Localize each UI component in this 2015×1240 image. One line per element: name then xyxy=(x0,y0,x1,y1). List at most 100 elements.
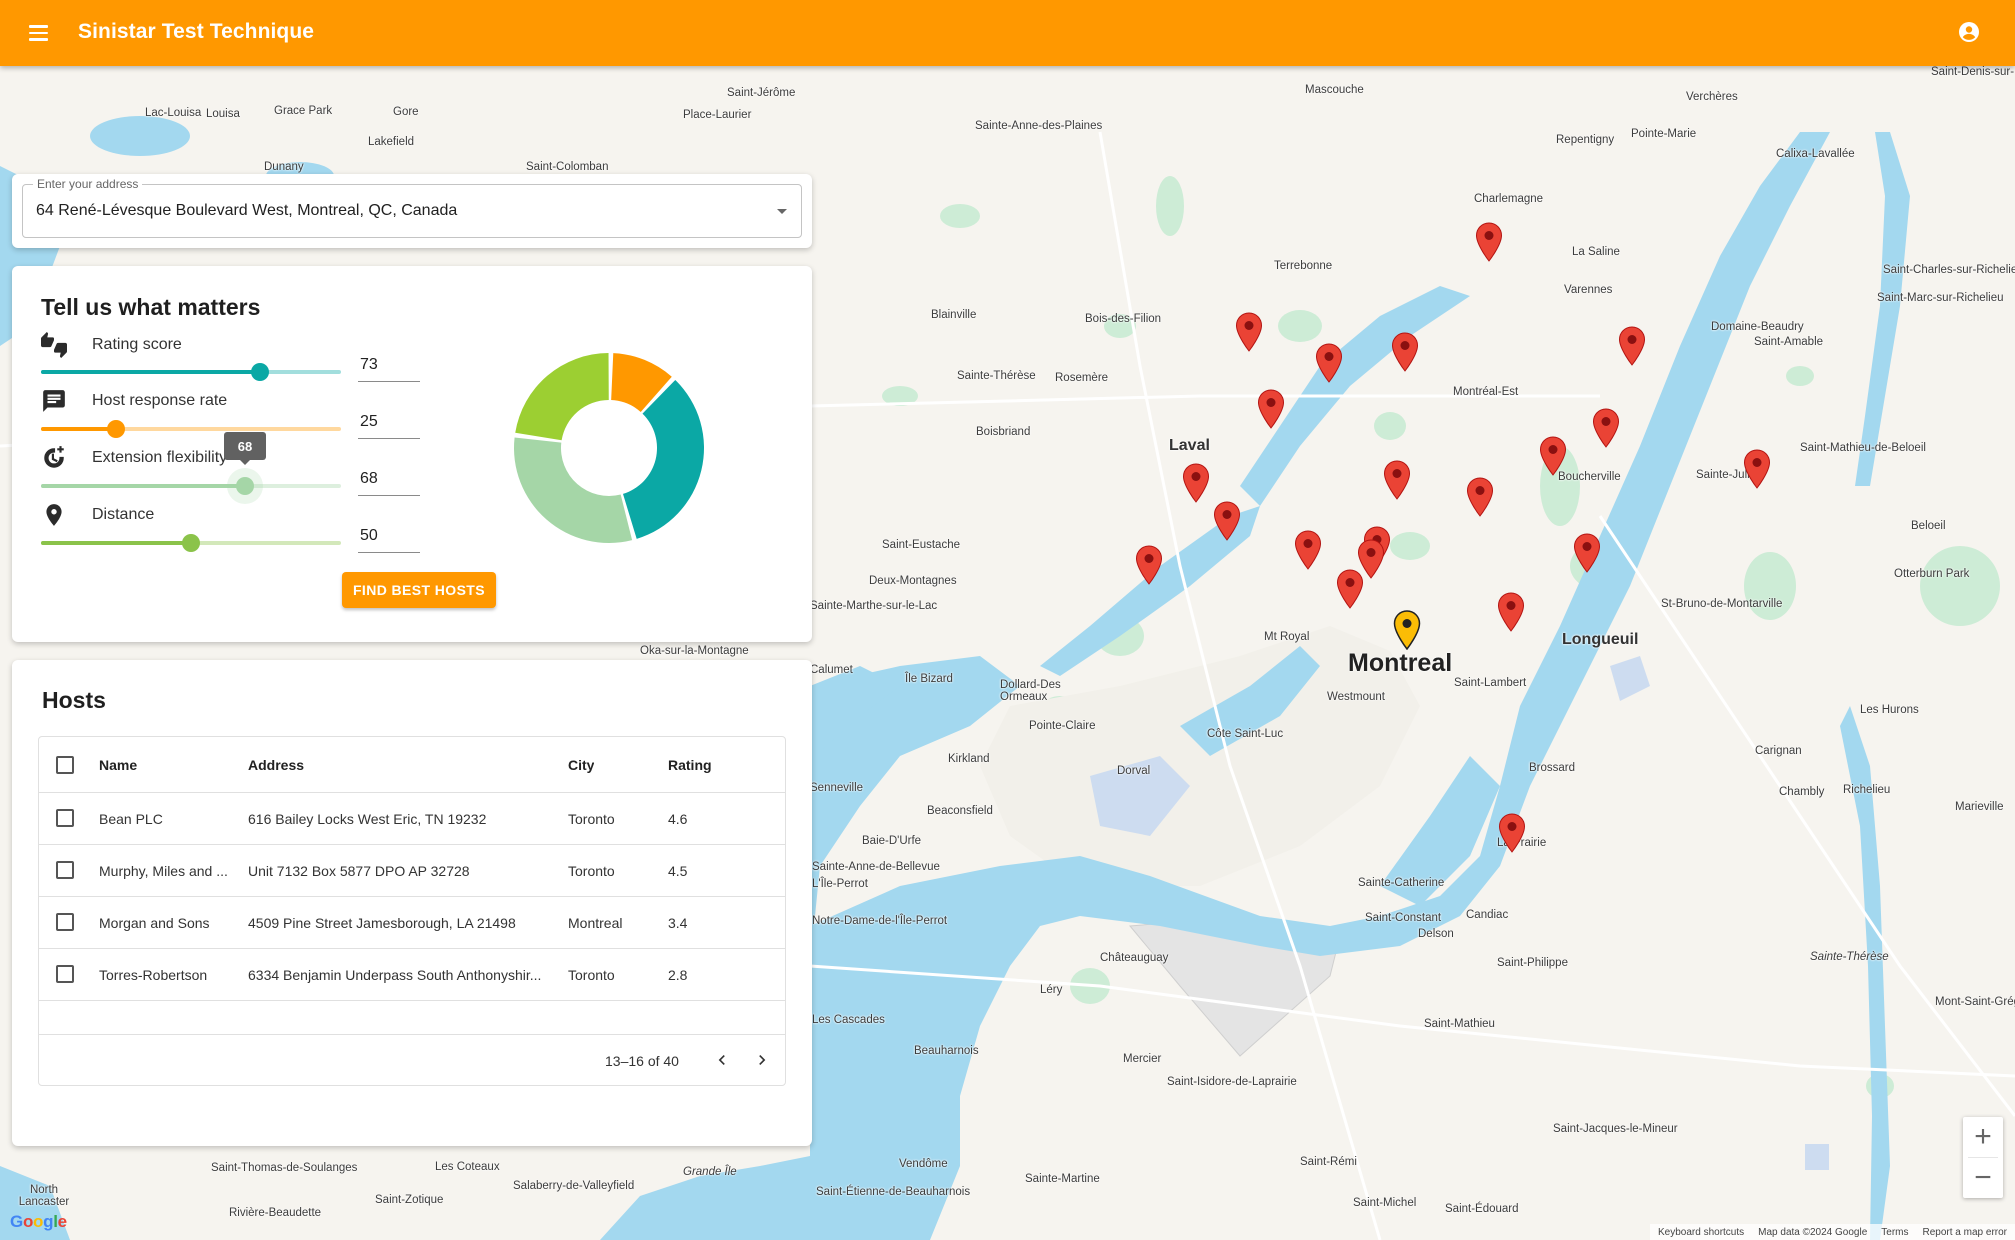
rating-score-slider[interactable] xyxy=(41,362,341,382)
map-label: Saint-Jacques-le-Mineur xyxy=(1553,1123,1678,1135)
map-label: Lac-Louisa xyxy=(145,107,202,119)
map-label: Mercier xyxy=(1123,1053,1162,1065)
table-header-row: Name Address City Rating xyxy=(39,737,785,793)
slider-track[interactable] xyxy=(41,370,260,374)
host-map-marker[interactable] xyxy=(1383,460,1411,500)
host-map-marker[interactable] xyxy=(1257,389,1285,429)
table-row[interactable]: Murphy, Miles and ... Unit 7132 Box 5877… xyxy=(39,845,785,897)
map-label: Saint-Amable xyxy=(1754,336,1824,348)
google-logo[interactable]: Google xyxy=(10,1212,67,1232)
host-address: 4509 Pine Street Jamesborough, LA 21498 xyxy=(248,914,516,931)
host-map-marker[interactable] xyxy=(1182,463,1210,503)
hosts-table: Name Address City Rating Bean PLC 616 Ba… xyxy=(38,736,786,1086)
column-header-city[interactable]: City xyxy=(568,737,594,792)
host-city: Toronto xyxy=(568,966,615,983)
zoom-out-button[interactable]: − xyxy=(1963,1158,2003,1198)
extension-flexibility-input[interactable]: 68 xyxy=(358,468,420,496)
host-map-marker[interactable] xyxy=(1618,326,1646,366)
host-map-marker[interactable] xyxy=(1135,545,1163,585)
host-response-input[interactable]: 25 xyxy=(358,411,420,439)
table-row[interactable]: Morgan and Sons 4509 Pine Street Jamesbo… xyxy=(39,897,785,949)
dropdown-arrow-icon[interactable] xyxy=(777,209,787,214)
host-map-marker[interactable] xyxy=(1391,332,1419,372)
table-row[interactable]: Bean PLC 616 Bailey Locks West Eric, TN … xyxy=(39,793,785,845)
host-map-marker[interactable] xyxy=(1466,477,1494,517)
preferences-card: Tell us what matters Rating score 73 Hos… xyxy=(12,266,812,642)
slider-track[interactable] xyxy=(41,541,191,545)
host-map-marker[interactable] xyxy=(1743,449,1771,489)
host-map-marker[interactable] xyxy=(1294,530,1322,570)
map-label: Sainte-Anne-des-Plaines xyxy=(975,120,1103,132)
host-map-marker[interactable] xyxy=(1235,312,1263,352)
map-label: Carignan xyxy=(1755,745,1802,757)
terms-link[interactable]: Terms xyxy=(1881,1227,1908,1238)
report-map-error-link[interactable]: Report a map error xyxy=(1923,1227,2007,1238)
map-label: Domaine-Beaudry xyxy=(1711,321,1804,333)
keyboard-shortcuts-link[interactable]: Keyboard shortcuts xyxy=(1658,1227,1744,1238)
donut-slice-3 xyxy=(515,353,609,441)
slider-track[interactable] xyxy=(41,484,245,488)
host-map-marker[interactable] xyxy=(1336,569,1364,609)
map-label-laval: Laval xyxy=(1169,437,1210,454)
host-map-marker[interactable] xyxy=(1573,533,1601,573)
slider-thumb[interactable] xyxy=(107,420,125,438)
host-map-marker[interactable] xyxy=(1315,343,1343,383)
host-response-slider[interactable] xyxy=(41,419,341,439)
column-header-address[interactable]: Address xyxy=(248,737,304,792)
host-map-marker[interactable] xyxy=(1213,501,1241,541)
map-label: Westmount xyxy=(1327,691,1385,703)
menu-icon[interactable] xyxy=(24,18,54,48)
table-row[interactable]: Torres-Robertson 6334 Benjamin Underpass… xyxy=(39,949,785,1001)
map-label: Gore xyxy=(393,106,419,118)
host-name: Bean PLC xyxy=(99,810,163,827)
host-map-marker[interactable] xyxy=(1497,592,1525,632)
row-checkbox[interactable] xyxy=(56,913,74,931)
next-page-button[interactable] xyxy=(749,1047,775,1073)
map-label: St-Bruno-de-Montarville xyxy=(1661,598,1783,610)
column-header-name[interactable]: Name xyxy=(99,737,137,792)
account-circle-icon[interactable] xyxy=(1957,20,1981,44)
extension-flexibility-slider[interactable]: 68 xyxy=(41,432,341,504)
zoom-control: + − xyxy=(1963,1117,2003,1198)
zoom-in-button[interactable]: + xyxy=(1963,1117,2003,1157)
map-label: Mt Royal xyxy=(1264,631,1310,643)
user-location-marker[interactable] xyxy=(1393,610,1421,651)
map-label: Pointe-Marie xyxy=(1631,128,1697,140)
host-map-marker[interactable] xyxy=(1592,408,1620,448)
host-address: Unit 7132 Box 5877 DPO AP 32728 xyxy=(248,862,470,879)
slider-thumb[interactable] xyxy=(251,363,269,381)
host-map-marker[interactable] xyxy=(1498,813,1526,853)
host-rating: 3.4 xyxy=(668,914,688,931)
distance-slider[interactable] xyxy=(41,533,341,553)
map-label: Dunany xyxy=(264,161,304,173)
table-pagination: 13–16 of 40 xyxy=(39,1035,785,1085)
map-label: Saint-Lambert xyxy=(1454,677,1527,689)
host-map-marker[interactable] xyxy=(1475,222,1503,262)
chat-icon xyxy=(43,390,65,412)
map-label: Oka-sur-la-Montagne xyxy=(640,645,749,657)
map-label: Sainte-Martine xyxy=(1025,1173,1100,1185)
map-label: Montréal-Est xyxy=(1453,386,1519,398)
host-address: 616 Bailey Locks West Eric, TN 19232 xyxy=(248,810,487,827)
row-checkbox[interactable] xyxy=(56,861,74,879)
row-checkbox[interactable] xyxy=(56,965,74,983)
select-all-checkbox[interactable] xyxy=(56,756,74,774)
prev-page-button[interactable] xyxy=(709,1047,735,1073)
map-label: Saint-Mathieu-de-Beloeil xyxy=(1800,442,1926,454)
host-map-marker[interactable] xyxy=(1539,436,1567,476)
map-data-attribution: Map data ©2024 Google xyxy=(1758,1226,1868,1238)
map-label: Sainte-Catherine xyxy=(1358,877,1445,889)
distance-input[interactable]: 50 xyxy=(358,525,420,553)
rating-score-input[interactable]: 73 xyxy=(358,354,420,382)
address-input[interactable]: 64 René-Lévesque Boulevard West, Montrea… xyxy=(36,202,457,220)
slider-thumb[interactable] xyxy=(236,477,254,495)
slider-thumb[interactable] xyxy=(182,534,200,552)
row-checkbox[interactable] xyxy=(56,809,74,827)
find-best-hosts-button[interactable]: FIND BEST HOSTS xyxy=(342,572,496,608)
map-label: Saint-Isidore-de-Laprairie xyxy=(1167,1076,1297,1088)
map-label: Saint-Eustache xyxy=(882,539,960,551)
map-label: Sainte-Thérèse xyxy=(957,370,1036,382)
column-header-rating[interactable]: Rating xyxy=(668,737,712,792)
slider-track[interactable] xyxy=(41,427,116,431)
address-autocomplete[interactable]: Enter your address 64 René-Lévesque Boul… xyxy=(22,177,802,238)
